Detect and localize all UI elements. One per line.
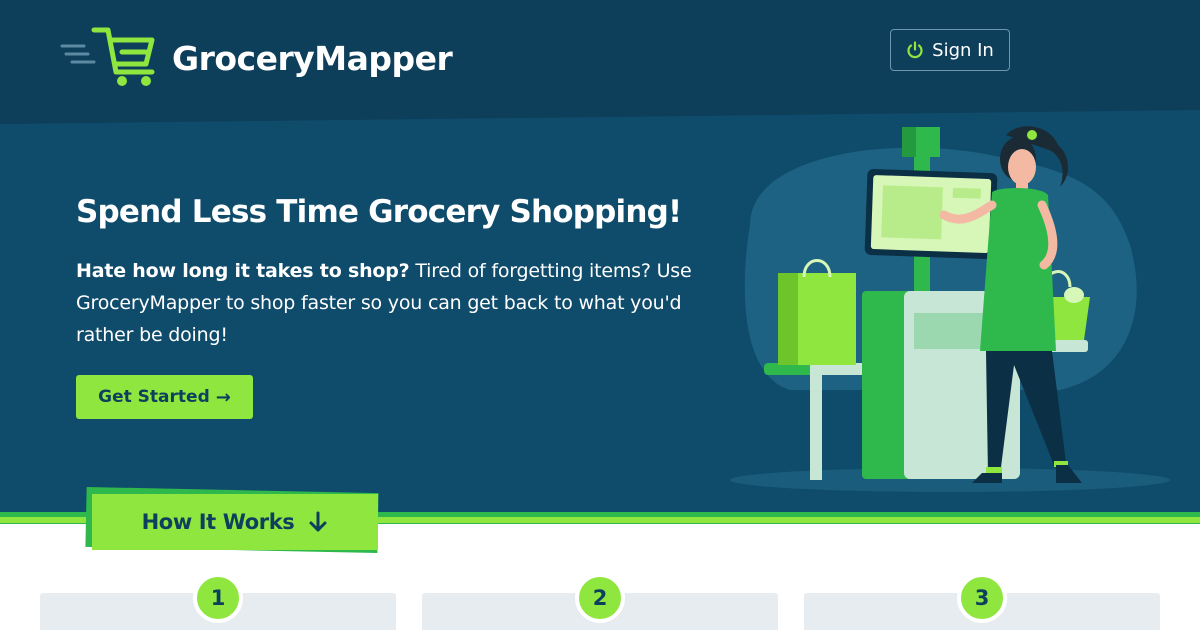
hero-headline: Spend Less Time Grocery Shopping! [76,194,682,230]
how-it-works-banner[interactable]: How It Works [85,486,386,554]
step-number-3: 3 [957,573,1007,623]
cart-logo-icon [60,24,160,93]
how-it-works-button[interactable]: How It Works [92,494,378,550]
power-icon [906,41,924,59]
self-checkout-illustration [730,115,1200,500]
hero-description: Hate how long it takes to shop? Tired of… [76,255,716,351]
hero-description-bold: Hate how long it takes to shop? [76,260,410,282]
step-number-2: 2 [575,573,625,623]
how-it-works-label: How It Works [141,510,295,534]
brand-name: GroceryMapper [172,39,453,78]
brand-logo[interactable]: GroceryMapper [60,24,453,93]
sign-in-button[interactable]: Sign In [890,29,1010,71]
step-number-1: 1 [193,573,243,623]
arrow-down-icon [308,511,328,533]
sign-in-label: Sign In [932,39,994,61]
arrow-right-icon: → [215,386,231,408]
get-started-label: Get Started [98,387,210,407]
get-started-button[interactable]: Get Started → [76,375,253,419]
